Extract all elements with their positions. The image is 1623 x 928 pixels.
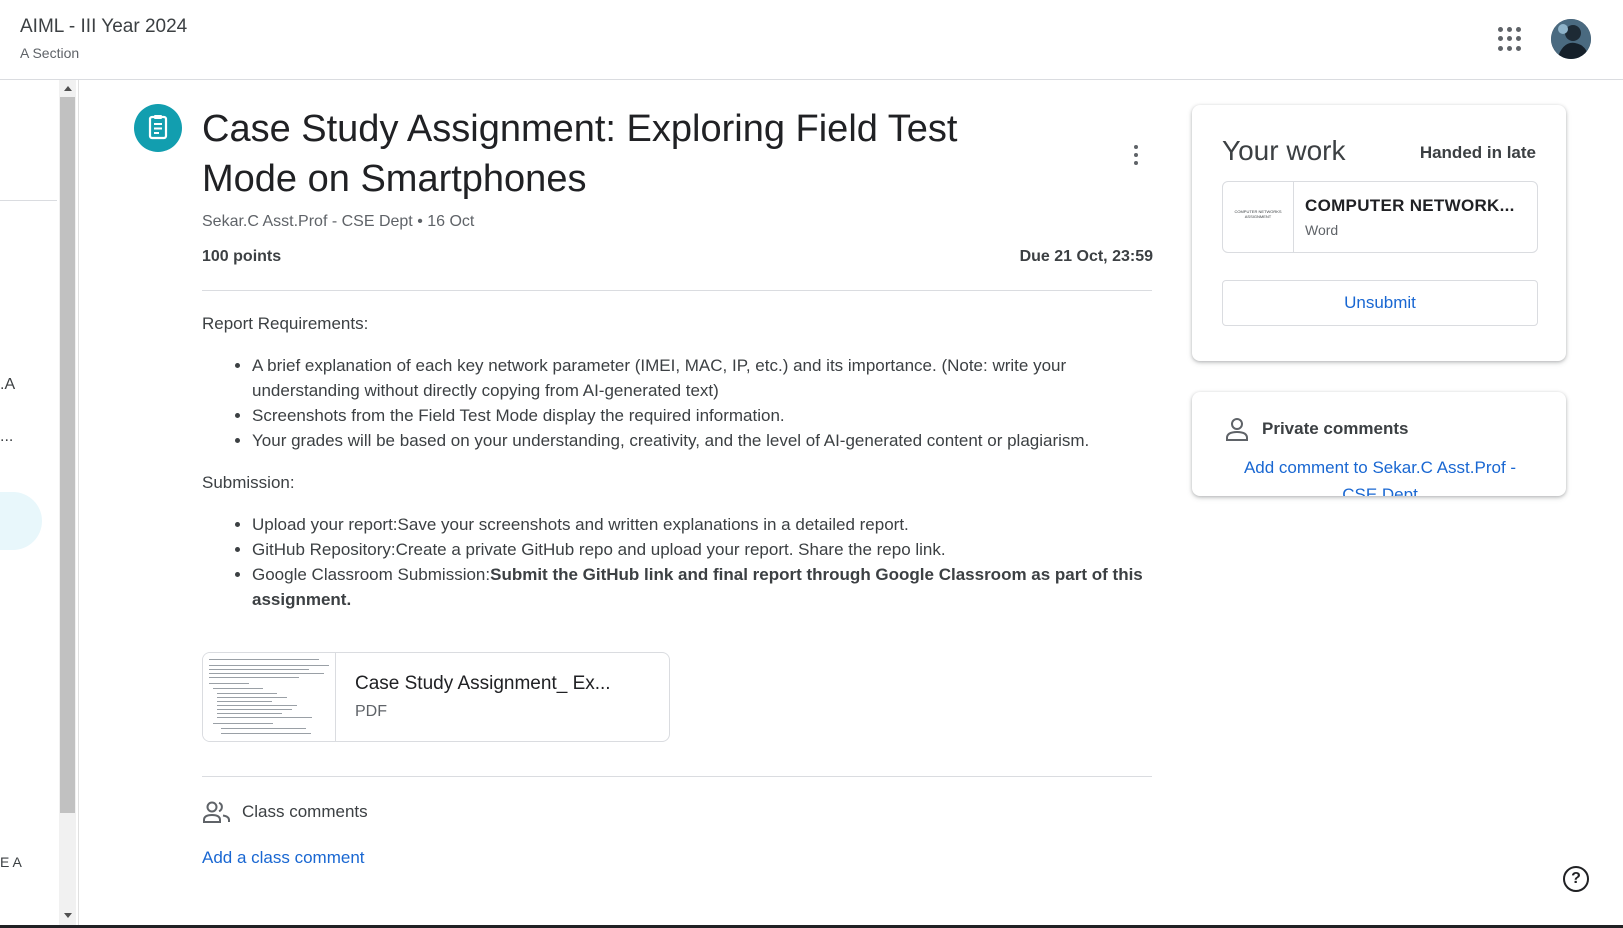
- person-icon: [1224, 416, 1250, 442]
- assignment-meta: Sekar.C Asst.Prof - CSE Dept • 16 Oct: [202, 213, 475, 230]
- attachment-thumbnail: [203, 653, 336, 741]
- sidebar-divider: [0, 200, 57, 201]
- scroll-down-arrow[interactable]: [64, 913, 72, 918]
- submitted-file-name[interactable]: COMPUTER NETWORK...: [1305, 196, 1515, 216]
- file-thumb-text: COMPUTER NETWORKS ASSIGNMENT: [1234, 209, 1282, 219]
- attachment-type: PDF: [355, 703, 387, 720]
- private-comments-card: Private comments Add comment to Sekar.C …: [1192, 392, 1566, 496]
- submitted-file-card[interactable]: COMPUTER NETWORKS ASSIGNMENT COMPUTER NE…: [1222, 181, 1538, 253]
- submission-item: Google Classroom Submission:Submit the G…: [252, 562, 1152, 612]
- sidebar-item-partial-2[interactable]: ...: [0, 428, 13, 446]
- report-item: A brief explanation of each key network …: [252, 353, 1152, 403]
- submitted-file-type: Word: [1305, 222, 1339, 238]
- class-section: A Section: [20, 45, 80, 61]
- assignment-points: 100 points: [202, 248, 282, 265]
- top-bar: AIML - III Year 2024 A Section: [0, 0, 1623, 80]
- avatar[interactable]: [1551, 19, 1591, 59]
- apps-grid-icon[interactable]: [1496, 25, 1524, 53]
- report-item: Screenshots from the Field Test Mode dis…: [252, 403, 1152, 428]
- sidebar-item-selected[interactable]: [0, 492, 42, 550]
- help-icon[interactable]: ?: [1563, 866, 1589, 892]
- scroll-up-arrow[interactable]: [64, 86, 72, 91]
- add-class-comment-link[interactable]: Add a class comment: [202, 848, 365, 868]
- more-vert-icon[interactable]: [1130, 143, 1142, 169]
- submission-item: GitHub Repository:Create a private GitHu…: [252, 537, 1152, 562]
- assignment-description: Report Requirements: A brief explanation…: [202, 311, 1152, 612]
- report-heading: Report Requirements:: [202, 314, 369, 333]
- report-list: A brief explanation of each key network …: [202, 353, 1152, 453]
- sidebar-item-partial-3[interactable]: E A: [0, 854, 22, 870]
- submitted-file-thumbnail: COMPUTER NETWORKS ASSIGNMENT: [1223, 182, 1294, 252]
- divider: [202, 776, 1152, 777]
- class-title[interactable]: AIML - III Year 2024: [20, 16, 187, 38]
- submission-list: Upload your report:Save your screenshots…: [202, 512, 1152, 612]
- attachment-card[interactable]: Case Study Assignment_ Ex... PDF: [202, 652, 670, 742]
- assignment-icon: [134, 104, 182, 152]
- your-work-title: Your work: [1222, 135, 1346, 166]
- assignment-title: Case Study Assignment: Exploring Field T…: [202, 108, 958, 200]
- assignment-due: Due 21 Oct, 23:59: [1019, 248, 1153, 265]
- divider: [202, 290, 1152, 291]
- attachment-title[interactable]: Case Study Assignment_ Ex...: [355, 673, 611, 695]
- submission-item: Upload your report:Save your screenshots…: [252, 512, 1152, 537]
- sidebar-scrollbar[interactable]: [59, 80, 76, 925]
- private-comments-label: Private comments: [1262, 419, 1409, 438]
- your-work-card: Your work Handed in late COMPUTER NETWOR…: [1192, 105, 1566, 361]
- class-comments-label: Class comments: [242, 802, 368, 821]
- add-private-comment-link[interactable]: Add comment to Sekar.C Asst.Prof - CSE D…: [1230, 454, 1530, 496]
- submission-heading: Submission:: [202, 473, 295, 492]
- people-icon: [202, 800, 232, 824]
- report-item: Your grades will be based on your unders…: [252, 428, 1152, 453]
- scrollbar-thumb[interactable]: [60, 97, 75, 813]
- sidebar-item-partial-1[interactable]: .A: [0, 376, 15, 394]
- unsubmit-button[interactable]: Unsubmit: [1222, 280, 1538, 326]
- work-status-badge: Handed in late: [1419, 143, 1536, 162]
